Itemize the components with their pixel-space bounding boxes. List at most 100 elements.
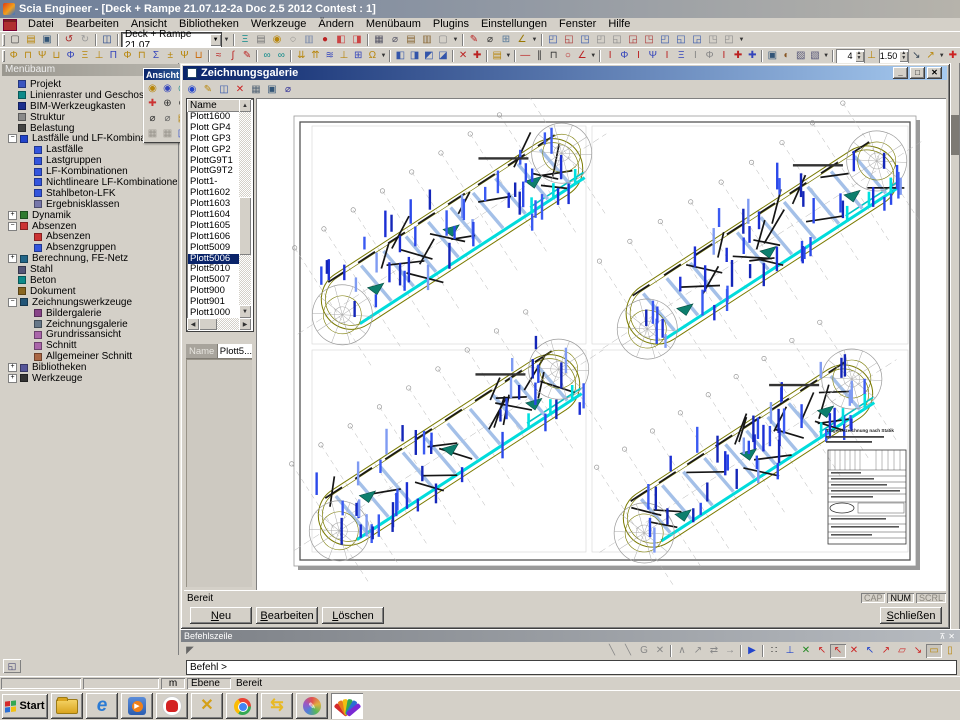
delete-button[interactable]: Löschen [322,607,384,624]
menu-einstellungen[interactable]: Einstellungen [475,18,553,31]
tree-item-beton[interactable]: Beton [2,275,177,286]
gallery-title-bar[interactable]: Zeichnungsgalerie _ □ ✕ [183,66,947,80]
pin-icon[interactable]: ⊼ [939,632,948,641]
perp-snap-icon[interactable]: ⊥ [782,644,798,658]
window-layout-icon[interactable]: ◫ [99,33,115,47]
new-document-icon[interactable]: ▢ [7,33,23,47]
view-9-icon[interactable]: ◱ [673,33,689,47]
overflow-chevron-icon[interactable]: ▼ [504,49,512,63]
col-14-icon[interactable]: ⊔ [192,49,206,63]
save-icon[interactable]: ▣ [39,33,55,47]
list-item[interactable]: Plott1000 [188,308,240,318]
face-snap-icon[interactable]: ▱ [894,644,910,658]
panel-3-icon[interactable]: ◩ [422,49,436,63]
angle-icon[interactable]: ∠ [575,49,589,63]
grid-snap-icon[interactable]: ∷ [766,644,782,658]
arc-icon[interactable]: ⊓ [547,49,561,63]
member-5-icon[interactable]: Ι [660,49,674,63]
print-preview-icon[interactable]: ⌀ [387,33,403,47]
curve-icon[interactable]: ≈ [212,49,226,63]
new-button[interactable]: Neu [190,607,252,624]
plane-indicator[interactable]: Ebene XY [187,678,231,689]
col-4-icon[interactable]: ⊔ [49,49,63,63]
print-drawing-icon[interactable]: ▦ [248,83,264,97]
scroll-left-icon[interactable]: ◀ [187,318,199,330]
node-a-icon[interactable]: ∞ [260,49,274,63]
col-3-icon[interactable]: Ψ [35,49,49,63]
col-6-icon[interactable]: Ξ [78,49,92,63]
overflow-chevron-icon[interactable]: ▼ [451,33,460,47]
project-combo[interactable]: Deck + Rampe 21.07▼ [121,32,222,48]
circle-icon[interactable]: ○ [561,49,575,63]
tools-app-taskbar-button[interactable]: ✕ [191,693,223,719]
col-2-icon[interactable]: ⊓ [21,49,35,63]
tree-item-nichtlineare-lf-kombinationen[interactable]: Nichtlineare LF-Kombinationen [2,177,177,188]
close-button[interactable]: ✕ [927,67,942,79]
view-2-icon[interactable]: ◱ [561,33,577,47]
axis-icon[interactable]: ⊥ [865,49,879,63]
tree-item-bibliotheken[interactable]: +Bibliotheken [2,362,177,373]
vertical-scrollbar-thumb[interactable] [239,197,251,255]
member-11-icon[interactable]: ✚ [745,49,759,63]
collapse-icon[interactable]: − [8,222,17,231]
col-7-icon[interactable]: ⊥ [92,49,106,63]
tree-item-stahl[interactable]: Stahl [2,264,177,275]
snap-1-icon[interactable]: ╲ [604,644,620,658]
tree-item-zeichnungswerkzeuge[interactable]: −Zeichnungswerkzeuge [2,297,177,308]
member-8-icon[interactable]: Φ [703,49,717,63]
zoom-window-icon[interactable]: ⌀ [482,33,498,47]
save-drawing-icon[interactable]: ▣ [264,83,280,97]
member-7-icon[interactable]: Ι [688,49,702,63]
hatch-a-icon[interactable]: ▨ [794,49,808,63]
end-snap-icon[interactable]: ↖ [814,644,830,658]
tree-item-bildergalerie[interactable]: Bildergalerie [2,308,177,319]
preview-drawing-icon[interactable]: ⌀ [280,83,296,97]
property-value[interactable]: Plott5... [218,344,252,359]
add-red-icon[interactable]: ✚ [946,49,960,63]
zoom-in-icon[interactable]: ⊕ [160,96,175,111]
camera-2-icon[interactable]: ◉ [160,81,175,96]
command-line-dock-tab[interactable]: ◱ [3,659,21,673]
dock-b-icon[interactable]: ▯ [942,644,958,658]
tree-item-stahlbeton-lfk[interactable]: Stahlbeton-LFK [2,188,177,199]
overflow-chevron-icon[interactable]: ▼ [222,33,231,47]
command-input[interactable]: Befehl > [186,660,957,675]
internet-explorer-taskbar-button[interactable]: e [86,693,118,719]
tree-item-zeichnungsgalerie[interactable]: Zeichnungsgalerie [2,319,177,330]
view-4-icon[interactable]: ◰ [593,33,609,47]
load-6-icon[interactable]: Ω [365,49,379,63]
menu-datei[interactable]: Datei [22,18,60,31]
print-icon[interactable]: ▦ [371,33,387,47]
edit-button[interactable]: Bearbeiten [256,607,318,624]
panel-4-icon[interactable]: ◪ [436,49,450,63]
cursor-snap-icon[interactable]: ▶ [744,644,760,658]
member-4-icon[interactable]: Ψ [646,49,660,63]
print-b-icon[interactable]: ▦ [160,126,175,141]
member-6-icon[interactable]: Ξ [674,49,688,63]
snap-8-icon[interactable]: → [722,644,738,658]
view-5-icon[interactable]: ◱ [609,33,625,47]
expand-icon[interactable]: + [8,374,17,383]
collapse-icon[interactable]: − [8,134,17,143]
intersect-snap-icon[interactable]: ✕ [798,644,814,658]
hatch-b-icon[interactable]: ▧ [808,49,822,63]
menu-fenster[interactable]: Fenster [553,18,602,31]
scale-a-icon[interactable]: ↘ [909,49,923,63]
folder-window-taskbar-button[interactable] [51,693,83,719]
maximize-button[interactable]: □ [910,67,925,79]
view-12-icon[interactable]: ◰ [721,33,737,47]
undo-icon[interactable]: ↺ [61,33,77,47]
tree-item-allgemeiner-schnitt[interactable]: Allgemeiner Schnitt [2,351,177,362]
scale-spinner[interactable]: 1.50▲▼ [879,49,910,64]
del-b-icon[interactable]: ✚ [470,49,484,63]
col-8-icon[interactable]: Π [106,49,120,63]
selection-icon[interactable]: ◌ [285,33,301,47]
list-item[interactable]: Plott GP2 [188,145,240,156]
member-10-icon[interactable]: ✚ [731,49,745,63]
col-11-icon[interactable]: Σ [149,49,163,63]
view-7-icon[interactable]: ◳ [641,33,657,47]
load-2-icon[interactable]: ⇈ [308,49,322,63]
snap-5-icon[interactable]: ∧ [674,644,690,658]
redo-icon[interactable]: ↻ [77,33,93,47]
tree-item-dynamik[interactable]: +Dynamik [2,210,177,221]
